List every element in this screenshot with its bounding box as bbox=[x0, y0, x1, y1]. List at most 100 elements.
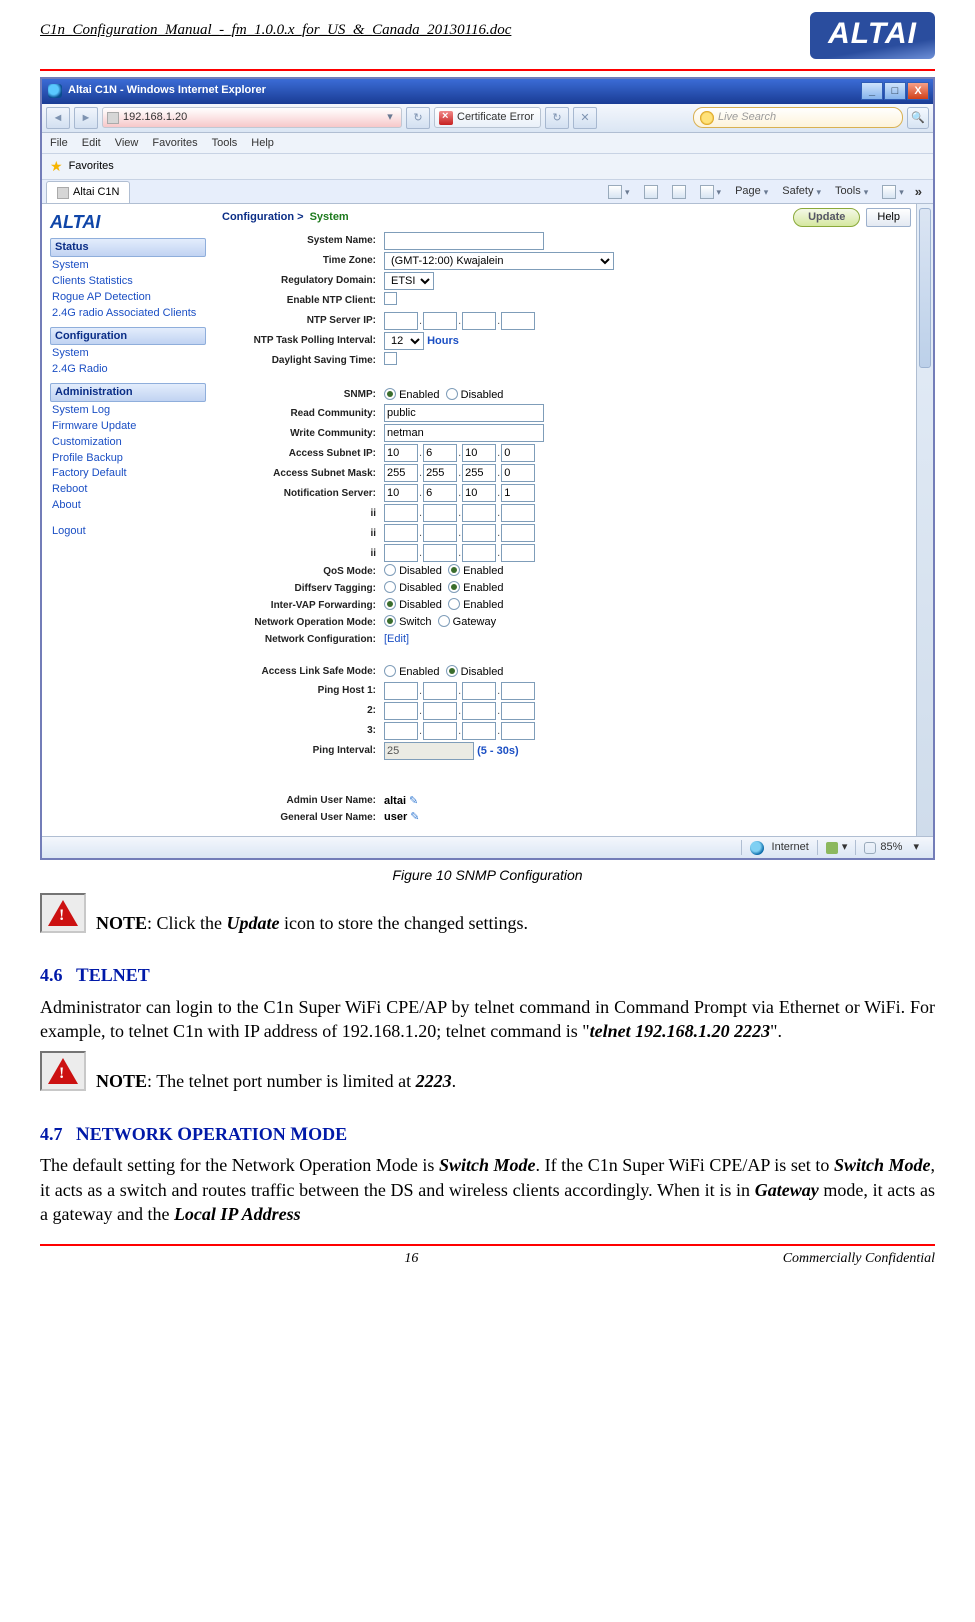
radio-qos-enabled[interactable] bbox=[448, 564, 460, 576]
update-button[interactable]: Update bbox=[793, 208, 860, 227]
address-dropdown-icon[interactable]: ▾ bbox=[383, 110, 397, 125]
ns2-1[interactable] bbox=[384, 504, 418, 522]
tools-menu[interactable]: Tools▾ bbox=[829, 182, 874, 201]
radio-als-disabled[interactable] bbox=[446, 665, 458, 677]
close-button[interactable]: X bbox=[907, 82, 929, 100]
ph1-1[interactable] bbox=[384, 682, 418, 700]
radio-als-enabled[interactable] bbox=[384, 665, 396, 677]
asip-4[interactable] bbox=[501, 444, 535, 462]
home-button[interactable]: ▾ bbox=[602, 183, 636, 201]
ntp-ip-3[interactable] bbox=[462, 312, 496, 330]
nav-item-system[interactable]: System bbox=[50, 257, 206, 273]
scrollbar-thumb[interactable] bbox=[919, 208, 931, 368]
menu-file[interactable]: File bbox=[50, 136, 68, 151]
maximize-button[interactable]: □ bbox=[884, 82, 906, 100]
menu-help[interactable]: Help bbox=[251, 136, 274, 151]
refresh-2-button[interactable]: ↻ bbox=[545, 107, 569, 129]
ns2-3[interactable] bbox=[462, 504, 496, 522]
menu-favorites[interactable]: Favorites bbox=[152, 136, 197, 151]
radio-gateway[interactable] bbox=[438, 615, 450, 627]
ph3-2[interactable] bbox=[423, 722, 457, 740]
radio-intervap-disabled[interactable] bbox=[384, 598, 396, 610]
ns4-4[interactable] bbox=[501, 544, 535, 562]
nav-item-factory[interactable]: Factory Default bbox=[50, 465, 206, 481]
ns-4[interactable] bbox=[501, 484, 535, 502]
feeds-button[interactable] bbox=[638, 183, 664, 201]
nav-item-fwupdate[interactable]: Firmware Update bbox=[50, 418, 206, 434]
radio-intervap-enabled[interactable] bbox=[448, 598, 460, 610]
help-toolbar-button[interactable]: ▾ bbox=[876, 183, 910, 201]
overflow-chevron-icon[interactable]: » bbox=[912, 183, 925, 201]
ph1-2[interactable] bbox=[423, 682, 457, 700]
nav-item-clients-stats[interactable]: Clients Statistics bbox=[50, 273, 206, 289]
ph2-2[interactable] bbox=[423, 702, 457, 720]
ph2-3[interactable] bbox=[462, 702, 496, 720]
safety-menu[interactable]: Safety▾ bbox=[776, 182, 827, 201]
asm-4[interactable] bbox=[501, 464, 535, 482]
edit-admin-icon[interactable]: ✎ bbox=[409, 795, 418, 807]
menu-edit[interactable]: Edit bbox=[82, 136, 101, 151]
ns2-2[interactable] bbox=[423, 504, 457, 522]
radio-diffserv-enabled[interactable] bbox=[448, 581, 460, 593]
checkbox-enable-ntp[interactable] bbox=[384, 292, 397, 305]
ph3-4[interactable] bbox=[501, 722, 535, 740]
ntp-ip-4[interactable] bbox=[501, 312, 535, 330]
ns-3[interactable] bbox=[462, 484, 496, 502]
radio-switch[interactable] bbox=[384, 615, 396, 627]
favorites-label[interactable]: Favorites bbox=[69, 159, 114, 174]
radio-diffserv-disabled[interactable] bbox=[384, 581, 396, 593]
ns-1[interactable] bbox=[384, 484, 418, 502]
input-write-community[interactable] bbox=[384, 424, 544, 442]
asip-1[interactable] bbox=[384, 444, 418, 462]
search-box[interactable]: Live Search bbox=[693, 107, 903, 128]
ntp-ip-2[interactable] bbox=[423, 312, 457, 330]
ns4-2[interactable] bbox=[423, 544, 457, 562]
nav-item-cfg-24g[interactable]: 2.4G Radio bbox=[50, 361, 206, 377]
mail-button[interactable] bbox=[666, 183, 692, 201]
ph1-3[interactable] bbox=[462, 682, 496, 700]
asm-3[interactable] bbox=[462, 464, 496, 482]
input-ping-interval[interactable] bbox=[384, 742, 474, 760]
input-read-community[interactable] bbox=[384, 404, 544, 422]
print-button[interactable]: ▾ bbox=[694, 183, 728, 201]
ph3-3[interactable] bbox=[462, 722, 496, 740]
ph2-1[interactable] bbox=[384, 702, 418, 720]
asm-1[interactable] bbox=[384, 464, 418, 482]
certificate-error-button[interactable]: Certificate Error bbox=[434, 107, 541, 128]
ph2-4[interactable] bbox=[501, 702, 535, 720]
nav-item-syslog[interactable]: System Log bbox=[50, 402, 206, 418]
browser-tab[interactable]: Altai C1N bbox=[46, 181, 130, 203]
nav-item-24g-clients[interactable]: 2.4G radio Associated Clients bbox=[50, 305, 206, 321]
radio-qos-disabled[interactable] bbox=[384, 564, 396, 576]
nav-item-cfg-system[interactable]: System bbox=[50, 345, 206, 361]
menu-view[interactable]: View bbox=[115, 136, 139, 151]
ns3-2[interactable] bbox=[423, 524, 457, 542]
nav-forward-button[interactable]: ► bbox=[74, 107, 98, 129]
radio-snmp-disabled[interactable] bbox=[446, 388, 458, 400]
edit-general-icon[interactable]: ✎ bbox=[410, 811, 419, 823]
nav-item-rogue-ap[interactable]: Rogue AP Detection bbox=[50, 289, 206, 305]
checkbox-dst[interactable] bbox=[384, 352, 397, 365]
ns-2[interactable] bbox=[423, 484, 457, 502]
refresh-button[interactable]: ↻ bbox=[406, 107, 430, 129]
ph3-1[interactable] bbox=[384, 722, 418, 740]
stop-button[interactable]: ✕ bbox=[573, 107, 597, 129]
radio-snmp-enabled[interactable] bbox=[384, 388, 396, 400]
search-go-button[interactable]: 🔍 bbox=[907, 107, 929, 129]
input-system-name[interactable] bbox=[384, 232, 544, 250]
ns4-3[interactable] bbox=[462, 544, 496, 562]
select-ntp-polling[interactable]: 12 bbox=[384, 332, 424, 350]
link-edit-netcfg[interactable]: [Edit] bbox=[384, 633, 409, 645]
help-button[interactable]: Help bbox=[866, 208, 911, 227]
nav-item-reboot[interactable]: Reboot bbox=[50, 481, 206, 497]
minimize-button[interactable]: _ bbox=[861, 82, 883, 100]
asm-2[interactable] bbox=[423, 464, 457, 482]
ns3-3[interactable] bbox=[462, 524, 496, 542]
address-bar[interactable]: 192.168.1.20 ▾ bbox=[102, 107, 402, 128]
ns3-1[interactable] bbox=[384, 524, 418, 542]
select-time-zone[interactable]: (GMT-12:00) Kwajalein bbox=[384, 252, 614, 270]
ns3-4[interactable] bbox=[501, 524, 535, 542]
ns4-1[interactable] bbox=[384, 544, 418, 562]
nav-item-logout[interactable]: Logout bbox=[50, 523, 206, 539]
asip-3[interactable] bbox=[462, 444, 496, 462]
